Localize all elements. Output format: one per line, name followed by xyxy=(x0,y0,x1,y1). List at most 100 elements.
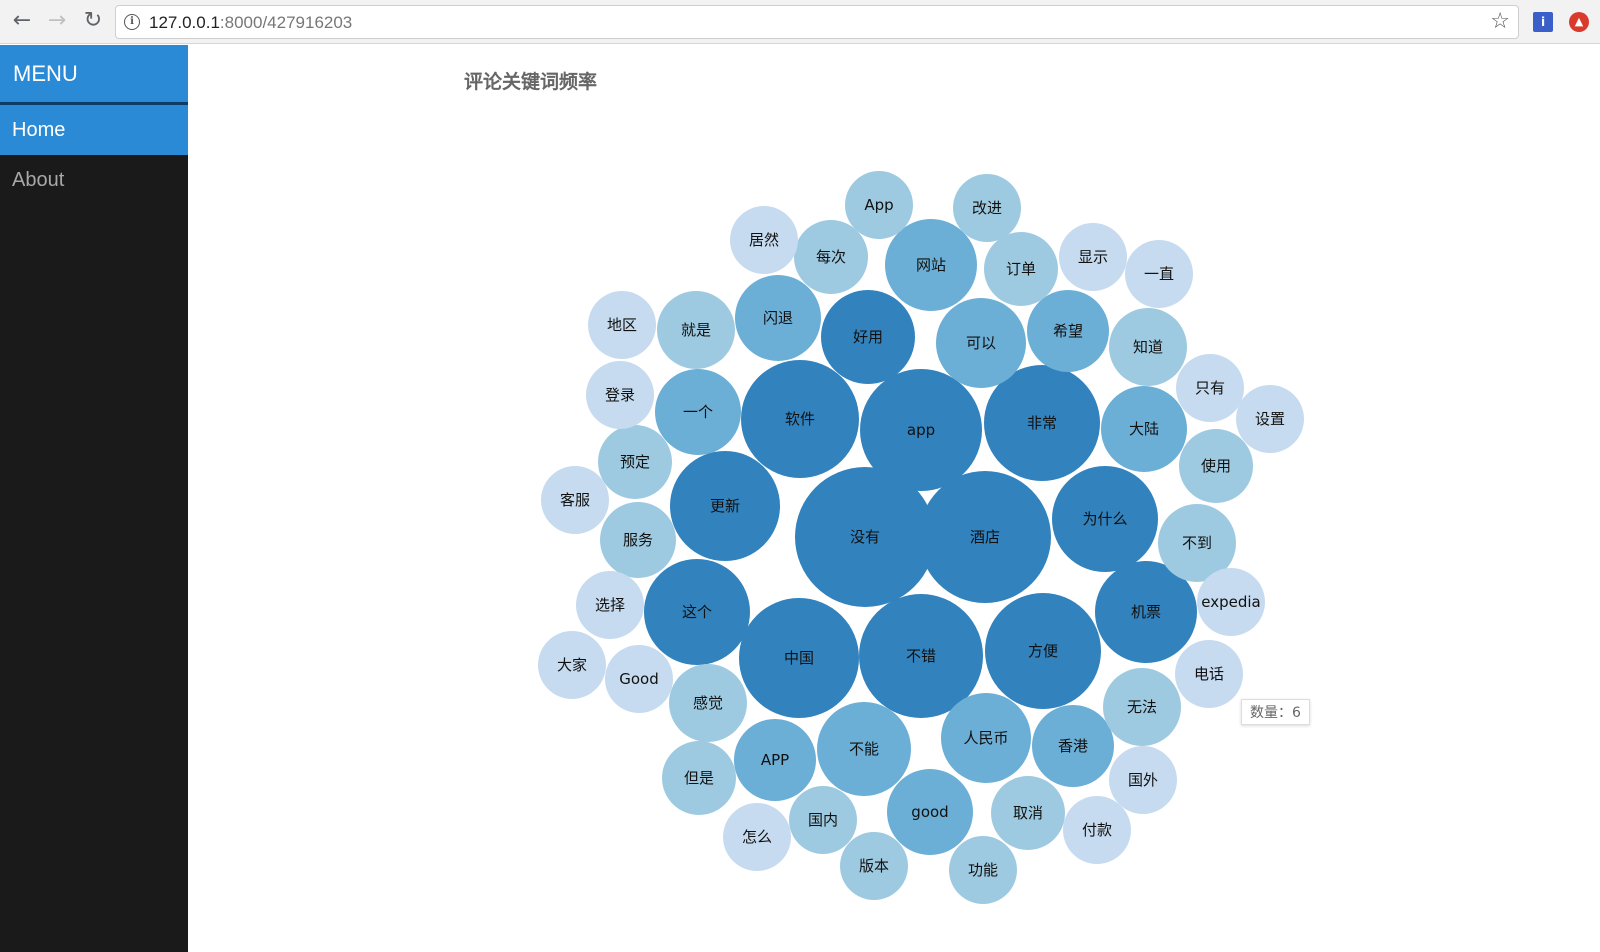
bubble[interactable]: 显示 xyxy=(1059,223,1127,291)
bubble[interactable]: 付款 xyxy=(1063,796,1131,864)
bubble[interactable]: 改进 xyxy=(953,174,1021,242)
url-text[interactable]: 127.0.0.1:8000/427916203 xyxy=(149,13,352,33)
bubble[interactable]: 感觉 xyxy=(669,664,747,742)
bubble[interactable]: 好用 xyxy=(821,290,915,384)
bubble-label: 付款 xyxy=(1082,821,1112,839)
bubble[interactable]: 设置 xyxy=(1236,385,1304,453)
bubble[interactable]: 无法 xyxy=(1103,668,1181,746)
bubble[interactable]: 一个 xyxy=(655,369,741,455)
bubble-label: 怎么 xyxy=(742,828,772,846)
bubble-label: 设置 xyxy=(1255,410,1285,428)
bubble[interactable]: 酒店 xyxy=(919,471,1051,603)
bubble-label: 为什么 xyxy=(1082,510,1127,528)
bubble-label: 大陆 xyxy=(1129,420,1159,438)
reload-icon[interactable]: ↻ xyxy=(78,6,108,36)
extension-icon[interactable]: i xyxy=(1533,12,1553,32)
bubble-label: 功能 xyxy=(968,861,998,879)
bubble-label: 方便 xyxy=(1028,642,1058,660)
bubble[interactable]: App xyxy=(845,171,913,239)
bubble[interactable]: 居然 xyxy=(730,206,798,274)
bubble[interactable]: 网站 xyxy=(885,219,977,311)
bubble[interactable]: 预定 xyxy=(598,425,672,499)
bubble[interactable]: 闪退 xyxy=(735,275,821,361)
bubble[interactable]: 希望 xyxy=(1027,290,1109,372)
bubble[interactable]: 国内 xyxy=(789,786,857,854)
bubble[interactable]: 取消 xyxy=(991,776,1065,850)
bubble-label: 无法 xyxy=(1127,698,1157,716)
sidebar-item-about[interactable]: About xyxy=(0,155,188,205)
bubble-label: 好用 xyxy=(853,328,883,346)
bubble[interactable]: expedia xyxy=(1197,568,1265,636)
bubble-label: 就是 xyxy=(681,321,711,339)
bubble[interactable]: 服务 xyxy=(600,502,676,578)
bubble[interactable]: APP xyxy=(734,719,816,801)
browser-toolbar: ← → ↻ i 127.0.0.1:8000/427916203 ☆ i ▲ xyxy=(0,0,1600,44)
bubble-label: 服务 xyxy=(623,531,653,549)
sidebar-item-home[interactable]: Home xyxy=(0,105,188,155)
bubble[interactable]: 怎么 xyxy=(723,803,791,871)
bubble-label: 选择 xyxy=(595,596,625,614)
bubble[interactable]: 选择 xyxy=(576,571,644,639)
bubble[interactable]: 中国 xyxy=(739,598,859,718)
bubble[interactable]: 方便 xyxy=(985,593,1101,709)
bubble[interactable]: 国外 xyxy=(1109,746,1177,814)
bubble[interactable]: 可以 xyxy=(936,298,1026,388)
bubble[interactable]: 不能 xyxy=(817,702,911,796)
bubble[interactable]: 知道 xyxy=(1109,308,1187,386)
bubble[interactable]: 登录 xyxy=(586,361,654,429)
bubble[interactable]: 但是 xyxy=(662,741,736,815)
bubble-label: 感觉 xyxy=(693,694,723,712)
bubble-label: 显示 xyxy=(1078,248,1108,266)
bubble[interactable]: 电话 xyxy=(1175,640,1243,708)
bubble-label: 知道 xyxy=(1133,338,1163,356)
bubble-label: 只有 xyxy=(1195,379,1225,397)
bubble-label: 酒店 xyxy=(970,528,1000,546)
bubble[interactable]: 为什么 xyxy=(1052,466,1158,572)
sidebar: MENU Home About xyxy=(0,45,188,952)
bubble-label: 没有 xyxy=(850,528,880,546)
bubble[interactable]: 每次 xyxy=(794,220,868,294)
chart-tooltip: 数量：6 xyxy=(1241,699,1310,725)
bubble[interactable]: 香港 xyxy=(1032,705,1114,787)
bubble[interactable]: good xyxy=(887,769,973,855)
bubble-label: 每次 xyxy=(816,248,846,266)
bubble[interactable]: 地区 xyxy=(588,291,656,359)
bubble-label: 居然 xyxy=(749,231,779,249)
bubble[interactable]: 订单 xyxy=(984,232,1058,306)
bubble[interactable]: Good xyxy=(605,645,673,713)
bubble[interactable]: 就是 xyxy=(657,291,735,369)
bubble-label: app xyxy=(907,421,935,439)
extension-upload-icon[interactable]: ▲ xyxy=(1569,12,1589,32)
bubble[interactable]: 软件 xyxy=(741,360,859,478)
star-icon[interactable]: ☆ xyxy=(1490,9,1510,34)
bubble[interactable]: 客服 xyxy=(541,466,609,534)
arrow-right-icon[interactable]: → xyxy=(42,6,72,36)
bubble[interactable]: 使用 xyxy=(1179,429,1253,503)
bubble[interactable]: 一直 xyxy=(1125,240,1193,308)
bubble-label: 国内 xyxy=(808,811,838,829)
bubble[interactable]: 只有 xyxy=(1176,354,1244,422)
bubble[interactable]: 大陆 xyxy=(1101,386,1187,472)
bubble-label: 希望 xyxy=(1053,322,1083,340)
bubble[interactable]: 人民币 xyxy=(941,693,1031,783)
arrow-left-icon[interactable]: ← xyxy=(7,6,37,36)
bubble[interactable]: 大家 xyxy=(538,631,606,699)
bubble-label: 中国 xyxy=(784,649,814,667)
bubble-label: 机票 xyxy=(1131,603,1161,621)
bubble-label: Good xyxy=(619,670,659,688)
bubble[interactable]: 更新 xyxy=(670,451,780,561)
bubble-label: 订单 xyxy=(1006,260,1036,278)
bubble-label: APP xyxy=(761,751,789,769)
bubble[interactable]: 功能 xyxy=(949,836,1017,904)
address-bar[interactable]: i 127.0.0.1:8000/427916203 ☆ xyxy=(115,5,1519,39)
bubble[interactable]: 版本 xyxy=(840,832,908,900)
bubble-label: App xyxy=(864,196,893,214)
main-content: 评论关键词频率 没有 酒店 app 不错 软件 非常 方便 中国 更新 这个 为什么 机票 好用 网站 可以… xyxy=(188,45,1600,952)
bubble-label: 地区 xyxy=(607,316,637,334)
bubble[interactable]: 这个 xyxy=(644,559,750,665)
info-icon[interactable]: i xyxy=(124,14,140,30)
bubble-label: 版本 xyxy=(859,857,889,875)
bubble[interactable]: app xyxy=(860,369,982,491)
bubble-label: 使用 xyxy=(1201,457,1231,475)
bubble-label: 大家 xyxy=(557,656,587,674)
